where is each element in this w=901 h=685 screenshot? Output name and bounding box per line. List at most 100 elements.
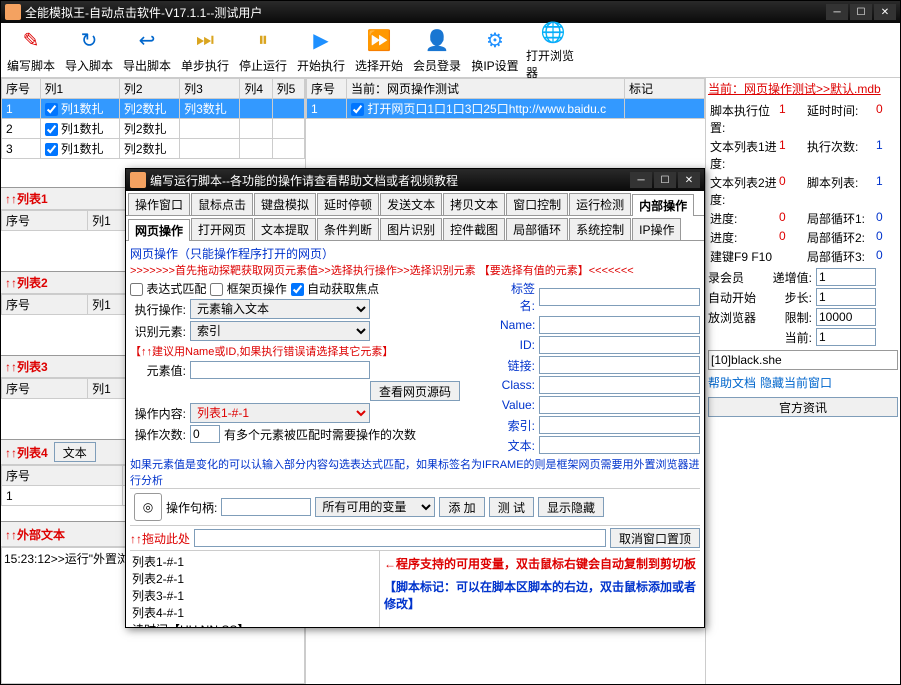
list-item[interactable]: 列表3-#-1 — [132, 587, 377, 604]
toolbar-2[interactable]: ↩导出脚本 — [119, 25, 175, 75]
main-titlebar[interactable]: 全能模拟王-自动点击软件-V17.1.1--测试用户 ─ ☐ ✕ — [1, 1, 900, 23]
tab-局部循环[interactable]: 局部循环 — [506, 218, 568, 240]
toolbar-6[interactable]: ⏩选择开始 — [351, 25, 407, 75]
tab-鼠标点击[interactable]: 鼠标点击 — [191, 193, 253, 215]
vars-select[interactable]: 所有可用的变量 — [315, 497, 435, 517]
vars-list[interactable]: 列表1-#-1列表2-#-1列表3-#-1列表4-#-1读时间【HH:NN:SS… — [130, 551, 380, 627]
current-input[interactable] — [816, 328, 876, 346]
table-row[interactable]: 1 列1数扎列2数扎列3数扎 — [2, 99, 305, 119]
expr-match-label[interactable]: 表达式匹配 — [130, 280, 206, 297]
text-button[interactable]: 文本 — [54, 442, 96, 462]
toolbar-9[interactable]: 🌐打开浏览器 — [525, 25, 581, 75]
tab-系统控制[interactable]: 系统控制 — [569, 218, 631, 240]
class-input[interactable] — [539, 376, 700, 394]
ident-select[interactable]: 索引 — [190, 321, 370, 341]
tab-延时停顿[interactable]: 延时停顿 — [317, 193, 379, 215]
tab-文本提取[interactable]: 文本提取 — [254, 218, 316, 240]
official-info-button[interactable]: 官方资讯 — [708, 397, 898, 417]
tag-input[interactable] — [539, 288, 700, 306]
maximize-button[interactable]: ☐ — [850, 4, 872, 20]
auto-focus-checkbox[interactable] — [291, 283, 304, 296]
list-item[interactable]: 列表2-#-1 — [132, 570, 377, 587]
dialog-icon — [130, 172, 146, 188]
tab-拷贝文本[interactable]: 拷贝文本 — [443, 193, 505, 215]
dialog-body: 网页操作（只能操作程序打开的网页） >>>>>>>首先拖动探靶获取网页元素值>>… — [126, 241, 704, 627]
drag-input[interactable] — [194, 529, 606, 547]
toolbar-8[interactable]: ⚙换IP设置 — [467, 25, 523, 75]
tab-网页操作[interactable]: 网页操作 — [128, 219, 190, 241]
show-hide-button[interactable]: 显示隐藏 — [538, 497, 604, 517]
cancel-topmost-button[interactable]: 取消窗口置顶 — [610, 528, 700, 548]
close-button[interactable]: ✕ — [874, 4, 896, 20]
limit-input[interactable] — [816, 308, 876, 326]
dialog-tabs-1: 操作窗口鼠标点击键盘模拟延时停顿发送文本拷贝文本窗口控制运行检测内部操作 — [126, 191, 704, 216]
increment-input[interactable] — [816, 268, 876, 286]
content-select[interactable]: 列表1-#-1 — [190, 403, 370, 423]
toolbar-5[interactable]: ▶开始执行 — [293, 25, 349, 75]
tab-发送文本[interactable]: 发送文本 — [380, 193, 442, 215]
toolbar-1[interactable]: ↻导入脚本 — [61, 25, 117, 75]
dialog-maximize-button[interactable]: ☐ — [654, 172, 676, 188]
dialog-mid-row: ◎ 操作句柄: 所有可用的变量 添 加 测 试 显示隐藏 — [130, 488, 700, 526]
value-input[interactable] — [539, 396, 700, 414]
hint2: >>>>>>>首先拖动探靶获取网页元素值>>选择执行操作>>选择识别元素 【要选… — [130, 262, 700, 278]
list-item[interactable]: 列表1-#-1 — [132, 553, 377, 570]
test-button[interactable]: 测 试 — [489, 497, 534, 517]
hint3: 【↑↑建议用Name或ID,如果执行错误请选择其它元素】 — [130, 343, 500, 359]
tab-键盘模拟[interactable]: 键盘模拟 — [254, 193, 316, 215]
drag-target-icon[interactable]: ◎ — [134, 493, 162, 521]
hint4: 如果元素值是变化的可以认输入部分内容勾选表达式匹配，如果标签名为IFRAME的则… — [130, 456, 700, 488]
table-row[interactable]: 3 列1数扎列2数扎 — [2, 139, 305, 159]
tab-窗口控制[interactable]: 窗口控制 — [506, 193, 568, 215]
row-checkbox[interactable] — [351, 103, 364, 116]
add-button[interactable]: 添 加 — [439, 497, 484, 517]
exec-select[interactable]: 元素输入文本 — [190, 299, 370, 319]
id-input[interactable] — [539, 336, 700, 354]
notes-area: ←程序支持的可用变量，双击鼠标右键会自动复制到剪切板 【脚本标记：可以在脚本区脚… — [380, 551, 700, 627]
view-source-button[interactable]: 查看网页源码 — [370, 381, 460, 401]
dialog-bottom: 列表1-#-1列表2-#-1列表3-#-1列表4-#-1读时间【HH:NN:SS… — [130, 550, 700, 627]
frame-op-label[interactable]: 框架页操作 — [210, 280, 286, 297]
toolbar-0[interactable]: ✎编写脚本 — [3, 25, 59, 75]
tab-IP操作[interactable]: IP操作 — [632, 218, 681, 240]
app-title: 全能模拟王-自动点击软件-V17.1.1--测试用户 — [25, 4, 826, 21]
hint1: 网页操作（只能操作程序打开的网页） — [130, 245, 700, 262]
list-item[interactable]: 读时间【HH:NN:SS】 — [132, 621, 377, 627]
toolbar-3[interactable]: ⏭单步执行 — [177, 25, 233, 75]
table-row[interactable]: 2 列1数扎列2数扎 — [2, 119, 305, 139]
toolbar-7[interactable]: 👤会员登录 — [409, 25, 465, 75]
tab-打开网页[interactable]: 打开网页 — [191, 218, 253, 240]
drag-hint: ↑↑拖动此处 — [130, 530, 190, 547]
script-table[interactable]: 序号列1列2列3列4列5 1 列1数扎列2数扎列3数扎2 列1数扎列2数扎3 列… — [1, 78, 305, 159]
list-item[interactable]: 列表4-#-1 — [132, 604, 377, 621]
name-input[interactable] — [539, 316, 700, 334]
expr-match-checkbox[interactable] — [130, 283, 143, 296]
frame-op-checkbox[interactable] — [210, 283, 223, 296]
main-toolbar: ✎编写脚本↻导入脚本↩导出脚本⏭单步执行⏸停止运行▶开始执行⏩选择开始👤会员登录… — [1, 23, 900, 78]
dialog-titlebar[interactable]: 编写运行脚本--各功能的操作请查看帮助文档或者视频教程 ─ ☐ ✕ — [126, 169, 704, 191]
file-display: [10]black.she — [708, 350, 898, 370]
tab-控件截图[interactable]: 控件截图 — [443, 218, 505, 240]
minimize-button[interactable]: ─ — [826, 4, 848, 20]
mid-table[interactable]: 序号当前：网页操作测试标记 1 打开网页口1口1口3口25口http://www… — [306, 78, 705, 119]
dialog-tabs-2: 网页操作打开网页文本提取条件判断图片识别控件截图局部循环系统控制IP操作 — [126, 216, 704, 241]
help-link[interactable]: 帮助文档 — [708, 374, 756, 391]
dialog-close-button[interactable]: ✕ — [678, 172, 700, 188]
tab-内部操作[interactable]: 内部操作 — [632, 194, 694, 216]
step-input[interactable] — [816, 288, 876, 306]
auto-focus-label[interactable]: 自动获取焦点 — [291, 280, 379, 297]
tab-图片识别[interactable]: 图片识别 — [380, 218, 442, 240]
dialog-minimize-button[interactable]: ─ — [630, 172, 652, 188]
index-input[interactable] — [539, 416, 700, 434]
current-link[interactable]: 当前：网页操作测试>>默认.mdb — [708, 80, 898, 97]
element-value-input[interactable] — [190, 361, 370, 379]
tab-运行检测[interactable]: 运行检测 — [569, 193, 631, 215]
tab-操作窗口[interactable]: 操作窗口 — [128, 193, 190, 215]
handle-input[interactable] — [221, 498, 311, 516]
link-input[interactable] — [539, 356, 700, 374]
tab-条件判断[interactable]: 条件判断 — [317, 218, 379, 240]
hide-window-link[interactable]: 隐藏当前窗口 — [760, 374, 832, 391]
text-input[interactable] — [539, 436, 700, 454]
count-input[interactable] — [190, 425, 220, 443]
toolbar-4[interactable]: ⏸停止运行 — [235, 25, 291, 75]
